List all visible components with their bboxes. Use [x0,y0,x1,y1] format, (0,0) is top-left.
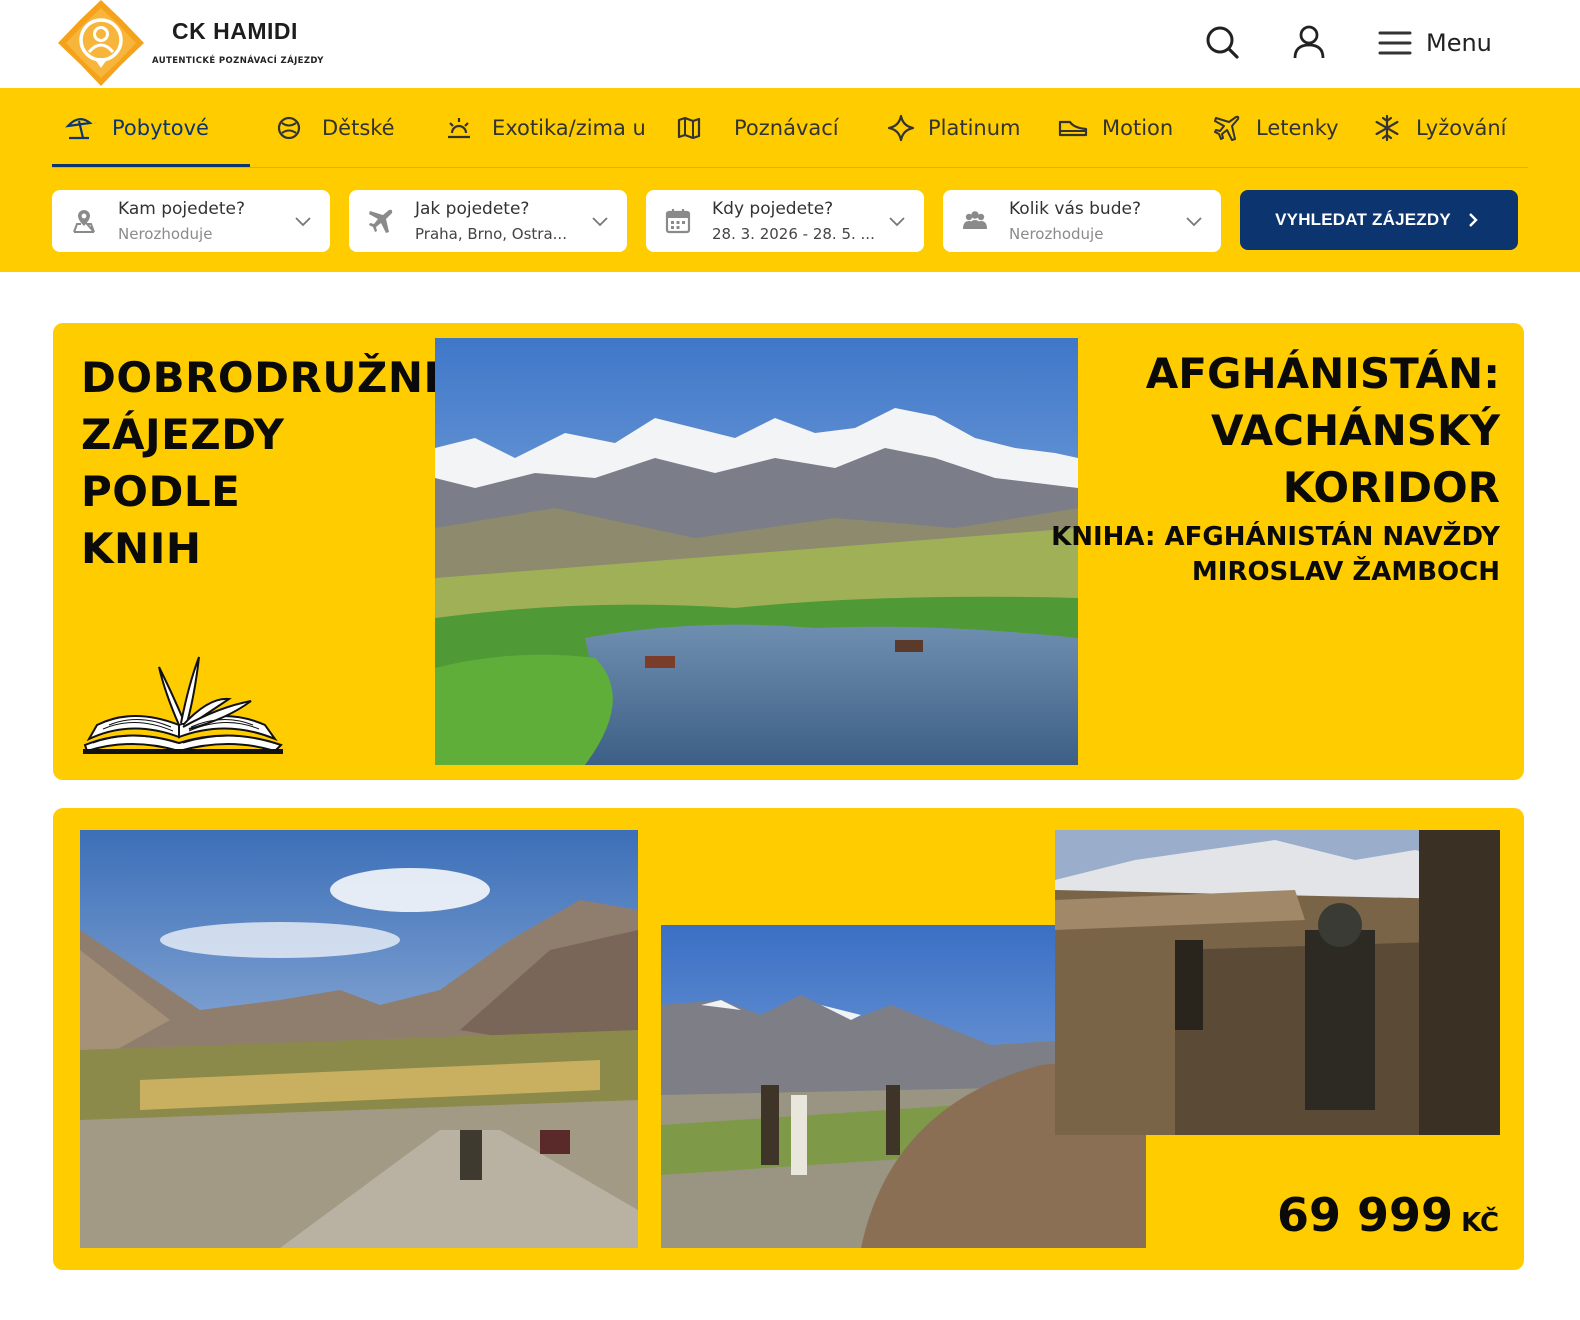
active-tab-indicator [52,164,250,167]
tab-lyzovani[interactable]: Lyžování [1372,88,1507,168]
title-line: KNIH [81,524,202,573]
promo-banner-books[interactable]: DOBRODRUŽNÉ ZÁJEZDY PODLE KNIH AFGHÁNIST… [53,323,1524,780]
menu-label: Menu [1426,29,1492,57]
promo-banner-photos[interactable]: 69 999 KČ [53,808,1524,1270]
tab-letenky[interactable]: Letenky [1212,88,1339,168]
travelers-field[interactable]: Kolik vás bude? Nerozhoduje [943,190,1221,252]
search-trips-button[interactable]: VYHLEDAT ZÁJEZDY [1240,190,1518,250]
logo[interactable]: CK HAMIDI AUTENTICKÉ POZNÁVACÍ ZÁJEZDY [58,0,328,86]
destination-field[interactable]: Kam pojedete? Nerozhoduje [52,190,330,252]
price-currency: KČ [1461,1208,1500,1238]
tab-poznavaci[interactable]: Poznávací [674,88,839,168]
trip-info: AFGHÁNISTÁN: VACHÁNSKÝ KORIDOR KNIHA: AF… [980,345,1500,590]
field-value: Praha, Brno, Ostra... [415,225,567,243]
category-tabs: Pobytové Dětské Exotika/zima u Poznávací [52,88,1528,168]
brand-name: CK HAMIDI [172,18,298,44]
calendar-icon [665,209,691,234]
tab-label: Letenky [1256,116,1339,140]
ball-icon [274,113,304,143]
trip-price: 69 999 KČ [1277,1188,1499,1242]
tab-label: Dětské [322,116,395,140]
field-value: Nerozhoduje [1009,225,1104,243]
plane-icon [369,209,393,233]
field-label: Kolik vás bude? [1009,199,1141,219]
tab-label: Platinum [928,116,1021,140]
departure-field[interactable]: Jak pojedete? Praha, Brno, Ostra... [349,190,627,252]
map-icon [674,113,704,143]
field-value: 28. 3. 2026 - 28. 5. ... [712,225,875,243]
search-button-label: VYHLEDAT ZÁJEZDY [1275,210,1451,229]
tab-detske[interactable]: Dětské [274,88,395,168]
chevron-down-icon [295,217,311,227]
date-field[interactable]: Kdy pojedete? 28. 3. 2026 - 28. 5. ... [646,190,924,252]
search-bar: Kam pojedete? Nerozhoduje Jak pojedete? … [52,190,1528,252]
chevron-down-icon [592,217,608,227]
field-label: Kam pojedete? [118,199,246,219]
destination-line: AFGHÁNISTÁN: [1145,349,1500,398]
snowflake-icon [1372,113,1402,143]
title-line: DOBRODRUŽNÉ [81,353,453,402]
field-label: Kdy pojedete? [712,199,834,219]
title-line: PODLE [81,467,241,516]
tab-motion[interactable]: Motion [1058,88,1173,168]
banner-title: DOBRODRUŽNÉ ZÁJEZDY PODLE KNIH [81,349,453,577]
menu-button[interactable]: Menu [1378,22,1508,64]
brand-tagline: AUTENTICKÉ POZNÁVACÍ ZÁJEZDY [152,56,324,66]
destination-line: KORIDOR [1282,463,1500,512]
chevron-right-icon [1469,213,1478,227]
tab-label: Motion [1102,116,1174,140]
book-line: MIROSLAV ŽAMBOCH [1191,557,1500,587]
site-header: CK HAMIDI AUTENTICKÉ POZNÁVACÍ ZÁJEZDY M… [0,0,1580,88]
navigation-band: Pobytové Dětské Exotika/zima u Poznávací [0,88,1580,272]
sneaker-icon [1058,113,1088,143]
hamburger-icon [1378,31,1412,55]
map-pin-icon [73,210,95,233]
chevron-down-icon [889,217,905,227]
people-icon [963,211,987,229]
beach-umbrella-icon [64,113,94,143]
tab-exotika[interactable]: Exotika/zima u [444,88,646,168]
field-value: Nerozhoduje [118,225,213,243]
user-icon[interactable] [1289,22,1329,62]
chevron-down-icon [1186,217,1202,227]
valley-trek-photo [80,830,638,1248]
sparkle-icon [886,113,916,143]
tab-label: Exotika/zima u [492,116,646,140]
price-amount: 69 999 [1277,1188,1454,1242]
tab-label: Pobytové [112,116,209,140]
logo-mark-icon [58,0,144,86]
field-label: Jak pojedete? [415,199,530,219]
title-line: ZÁJEZDY [81,410,285,459]
destination-title: AFGHÁNISTÁN: VACHÁNSKÝ KORIDOR [980,345,1500,516]
tab-label: Poznávací [734,116,839,140]
tab-pobytove[interactable]: Pobytové [64,88,209,168]
search-icon[interactable] [1202,22,1242,62]
open-book-icon [83,656,283,754]
book-line: KNIHA: AFGHÁNISTÁN NAVŽDY [1051,522,1500,552]
destination-line: VACHÁNSKÝ [1211,406,1500,455]
plane-icon [1212,113,1242,143]
villagers-photo [1055,830,1500,1135]
sun-icon [444,113,474,143]
tab-platinum[interactable]: Platinum [886,88,1021,168]
tab-label: Lyžování [1416,116,1507,140]
book-reference: KNIHA: AFGHÁNISTÁN NAVŽDY MIROSLAV ŽAMBO… [980,520,1500,590]
